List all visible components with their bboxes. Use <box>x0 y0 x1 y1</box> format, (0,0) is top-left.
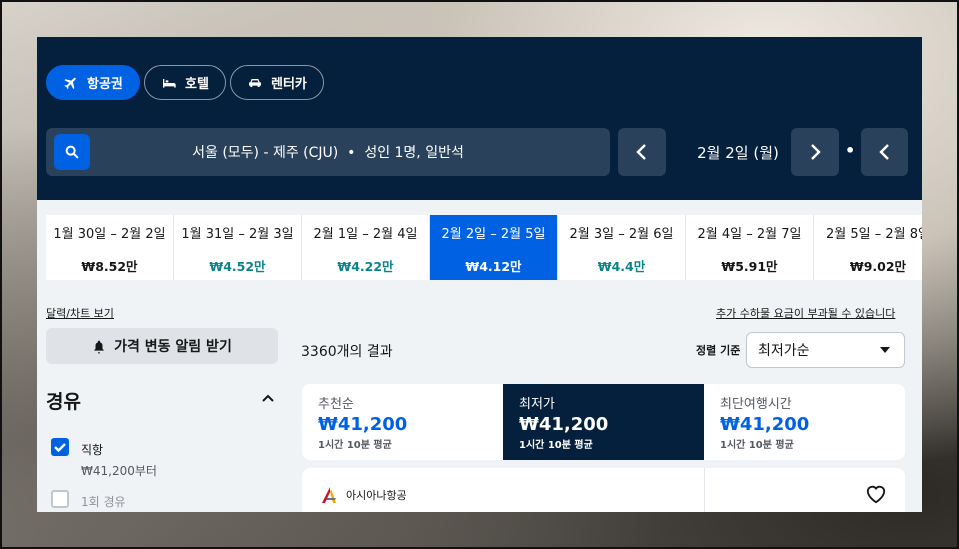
app-window: 항공권 호텔 렌터카 서울 (모두) - 제주 (CJU) • 성인 1명, 일… <box>37 37 922 512</box>
date-price-strip: 1월 30일 – 2월 2일 ₩8.52만 1월 31일 – 2월 3일 ₩4.52… <box>46 215 922 280</box>
airline: 아시아나항공 <box>320 486 407 504</box>
sort-tab-title: 최저가 <box>519 397 555 412</box>
bed-icon <box>163 78 176 88</box>
date-range: 2월 3일 – 2월 6일 <box>569 227 674 242</box>
chevron-up-icon[interactable] <box>262 394 274 402</box>
asiana-logo-icon <box>322 487 336 503</box>
search-summary-bar[interactable]: 서울 (모두) - 제주 (CJU) • 성인 1명, 일반석 <box>46 128 610 176</box>
date-separator: • <box>845 141 856 160</box>
tab-hotels[interactable]: 호텔 <box>144 65 226 100</box>
date-cell[interactable]: 2월 4일 – 2월 7일 ₩5.91만 <box>686 215 814 280</box>
header: 항공권 호텔 렌터카 서울 (모두) - 제주 (CJU) • 성인 1명, 일… <box>37 37 922 200</box>
tab-label: 렌터카 <box>271 77 307 92</box>
search-button[interactable] <box>54 134 90 170</box>
search-icon <box>65 145 79 159</box>
tab-flights[interactable]: 항공권 <box>46 65 140 100</box>
checkmark-icon <box>54 443 66 453</box>
date-price: ₩5.91만 <box>721 259 778 274</box>
tab-car-rental[interactable]: 렌터카 <box>230 65 324 100</box>
bell-icon <box>94 340 104 353</box>
next-date-button[interactable] <box>791 128 839 176</box>
stops-filter-title: 경유 <box>46 391 81 413</box>
sort-tab-title: 추천순 <box>318 397 354 412</box>
prev-date-button[interactable] <box>618 128 666 176</box>
car-icon <box>249 78 261 87</box>
tab-label: 항공권 <box>87 77 123 92</box>
plane-icon <box>64 77 76 89</box>
sort-tab-recommended[interactable]: 추천순 ₩41,200 1시간 10분 평균 <box>302 384 503 460</box>
date-range: 2월 5일 – 2월 8일 <box>826 227 922 242</box>
date-range: 2월 4일 – 2월 7일 <box>697 227 802 242</box>
sort-tab-price: ₩41,200 <box>519 414 609 435</box>
date-cell[interactable]: 2월 1일 – 2월 4일 ₩4.22만 <box>302 215 430 280</box>
date-price: ₩8.52만 <box>81 259 138 274</box>
sort-tabs: 추천순 ₩41,200 1시간 10분 평균 최저가 ₩41,200 1시간 1… <box>302 384 905 460</box>
search-summary-text: 서울 (모두) - 제주 (CJU) • 성인 1명, 일반석 <box>192 145 464 161</box>
date-price: ₩4.4만 <box>597 259 646 274</box>
direct-option-label: 직항 <box>81 443 104 457</box>
caret-down-icon <box>880 347 890 353</box>
tab-label: 호텔 <box>185 77 209 92</box>
sort-tab-price: ₩41,200 <box>720 414 810 435</box>
sort-label: 정렬 기준 <box>696 344 741 357</box>
date-price: ₩9.02만 <box>849 259 907 274</box>
date-range: 2월 2일 – 2월 5일 <box>441 227 546 242</box>
date-price: ₩4.52만 <box>209 259 266 274</box>
direct-checkbox[interactable] <box>51 438 69 456</box>
sort-select[interactable]: 최저가순 <box>746 332 905 368</box>
chevron-left-icon <box>636 144 646 160</box>
baggage-fee-link[interactable]: 추가 수하물 요금이 부과될 수 있습니다 <box>716 305 895 321</box>
sort-tab-duration: 1시간 10분 평균 <box>519 440 593 451</box>
date-range: 2월 1일 – 2월 4일 <box>313 227 418 242</box>
date-price: ₩4.12만 <box>465 259 522 274</box>
date-cell[interactable]: 1월 31일 – 2월 3일 ₩4.52만 <box>174 215 302 280</box>
date-cell-selected[interactable]: 2월 2일 – 2월 5일 ₩4.12만 <box>430 215 558 280</box>
one-stop-checkbox[interactable] <box>51 490 69 508</box>
date-cell[interactable]: 2월 5일 – 2월 8일 ₩9.02만 <box>814 215 922 280</box>
price-alert-button[interactable]: 가격 변동 알림 받기 <box>46 328 278 364</box>
date-cell[interactable]: 1월 30일 – 2월 2일 ₩8.52만 <box>46 215 174 280</box>
airline-name: 아시아나항공 <box>346 489 407 502</box>
flight-result-card[interactable]: 아시아나항공 <box>302 468 905 512</box>
one-stop-option-label: 1회 경유 <box>81 495 126 509</box>
prev-return-date-button[interactable] <box>861 128 908 176</box>
date-cell[interactable]: 2월 3일 – 2월 6일 ₩4.4만 <box>558 215 686 280</box>
results-count: 3360개의 결과 <box>301 344 393 360</box>
date-price: ₩4.22만 <box>337 259 394 274</box>
sort-tab-cheapest[interactable]: 최저가 ₩41,200 1시간 10분 평균 <box>503 384 704 460</box>
date-range: 1월 30일 – 2월 2일 <box>53 227 166 242</box>
date-range: 1월 31일 – 2월 3일 <box>181 227 294 242</box>
chevron-right-icon <box>811 144 821 160</box>
sort-tab-price: ₩41,200 <box>318 414 408 435</box>
selected-date[interactable]: 2월 2일 (월) <box>673 128 803 176</box>
sort-tab-fastest[interactable]: 최단여행시간 ₩41,200 1시간 10분 평균 <box>704 384 905 460</box>
calendar-chart-link[interactable]: 달력/차트 보기 <box>46 305 114 321</box>
chevron-left-icon <box>878 144 889 160</box>
sort-tab-duration: 1시간 10분 평균 <box>318 440 392 451</box>
card-divider <box>704 468 705 512</box>
sort-tab-title: 최단여행시간 <box>720 397 792 412</box>
heart-icon[interactable] <box>865 484 887 504</box>
direct-option-price: ₩41,200부터 <box>81 464 157 478</box>
sort-tab-duration: 1시간 10분 평균 <box>720 440 794 451</box>
sort-value: 최저가순 <box>758 343 810 359</box>
price-alert-label: 가격 변동 알림 받기 <box>114 339 232 355</box>
